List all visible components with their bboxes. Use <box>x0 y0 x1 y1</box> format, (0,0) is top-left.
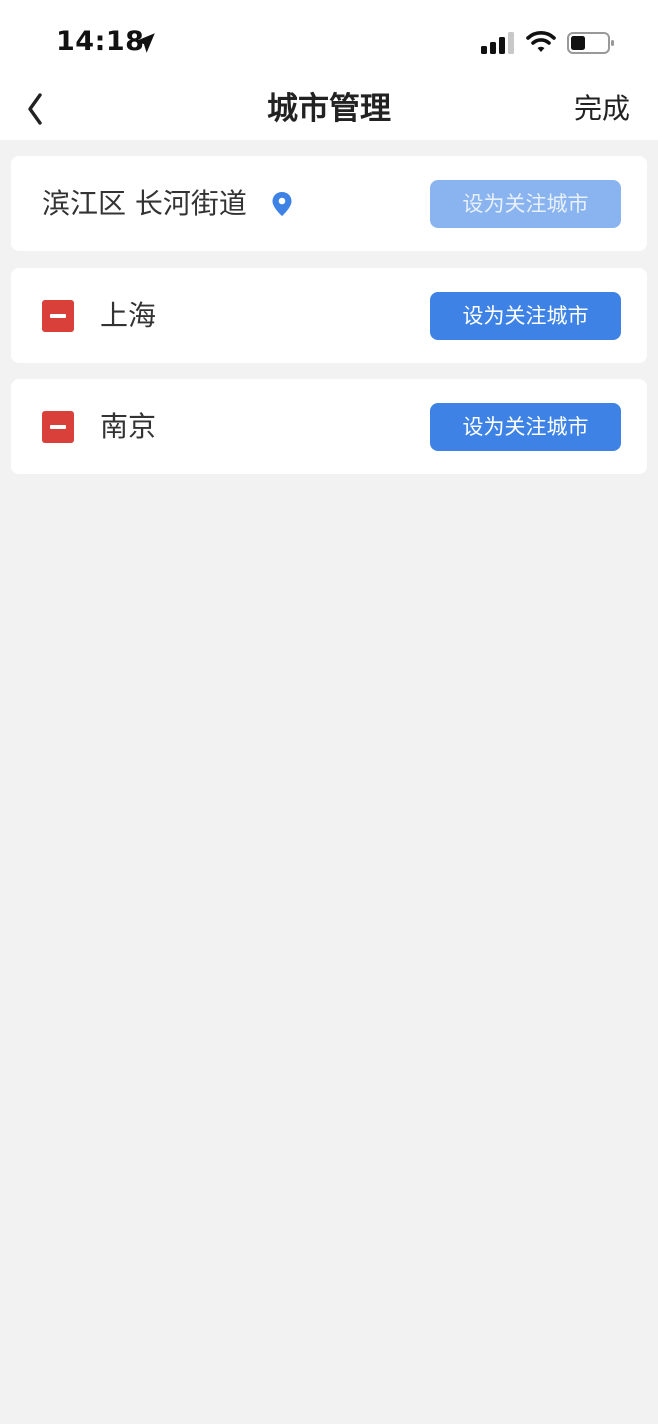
current-location-card: 滨江区 长河街道 设为关注城市 <box>11 156 647 251</box>
current-location-name: 滨江区 长河街道 <box>42 187 247 220</box>
city-card-shanghai: 上海 设为关注城市 <box>11 268 647 363</box>
location-pin-icon <box>272 192 292 216</box>
remove-city-button[interactable] <box>42 411 74 443</box>
location-arrow-icon <box>135 33 155 53</box>
city-name: 上海 <box>100 299 157 332</box>
city-card-nanjing: 南京 设为关注城市 <box>11 379 647 474</box>
battery-icon <box>567 32 614 54</box>
minus-icon <box>50 425 66 429</box>
page-title: 城市管理 <box>267 91 391 127</box>
cellular-signal-icon <box>481 32 514 54</box>
minus-icon <box>50 314 66 318</box>
set-followed-city-button-current[interactable]: 设为关注城市 <box>430 180 621 228</box>
set-followed-city-button[interactable]: 设为关注城市 <box>430 403 621 451</box>
remove-city-button[interactable] <box>42 300 74 332</box>
status-bar: 14:18 <box>0 0 658 80</box>
set-followed-city-button[interactable]: 设为关注城市 <box>430 292 621 340</box>
wifi-icon <box>526 31 556 52</box>
done-button[interactable]: 完成 <box>574 86 630 132</box>
city-name: 南京 <box>100 410 157 443</box>
nav-bar: 城市管理 完成 <box>0 80 658 140</box>
